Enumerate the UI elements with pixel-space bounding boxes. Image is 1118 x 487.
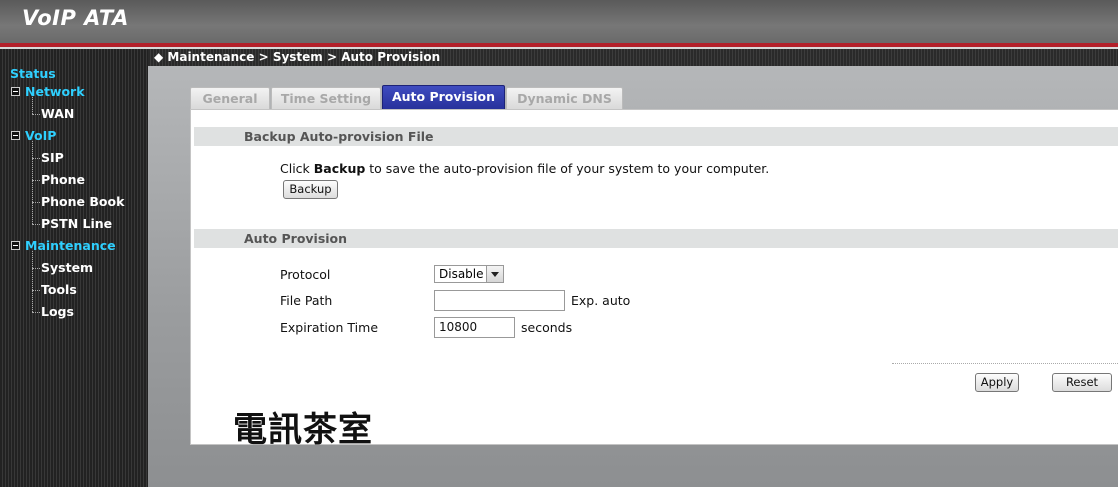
auto-provision-section-header: Auto Provision [194,229,1118,248]
expiration-time-unit: seconds [521,320,573,335]
protocol-select-value: Disable [439,267,484,281]
tree-branch [32,202,40,203]
backup-text-pre: Click [280,161,314,176]
chevron-down-icon[interactable] [486,266,503,282]
tab-auto-provision[interactable]: Auto Provision [382,85,505,110]
divider [892,363,1118,364]
tab-dynamic-dns[interactable]: Dynamic DNS [506,87,623,110]
breadcrumb: ◆ Maintenance > System > Auto Provision [154,50,441,64]
backup-description: Click Backup to save the auto-provision … [280,161,769,176]
sidebar-item-voip[interactable]: VoIP [25,125,56,147]
apply-button[interactable]: Apply [975,373,1019,392]
app-title: VoIP ATA [22,6,129,30]
tree-branch [32,312,40,313]
backup-text-bold: Backup [313,161,366,176]
sidebar-item-phone[interactable]: Phone [41,169,85,191]
sidebar-item-maintenance[interactable]: Maintenance [25,235,116,257]
protocol-select[interactable]: Disable [434,265,504,283]
sidebar-item-wan[interactable]: WAN [41,103,74,125]
sidebar-item-network[interactable]: Network [25,81,85,103]
collapse-network-icon[interactable] [11,87,20,96]
watermark: 電訊茶室 [233,410,373,450]
auto-provision-section-title: Auto Provision [244,231,348,246]
tab-general[interactable]: General [190,87,270,110]
file-path-label: File Path [280,293,333,308]
expiration-time-input[interactable]: 10800 [434,317,515,338]
tree-branch [32,268,40,269]
tab-time-setting[interactable]: Time Setting [271,87,381,110]
app-header: VoIP ATA [0,0,1118,43]
file-path-input[interactable] [434,290,565,311]
tree-line [32,141,33,224]
breadcrumb-bar: ◆ Maintenance > System > Auto Provision [148,49,1118,66]
collapse-voip-icon[interactable] [11,131,20,140]
reset-button[interactable]: Reset [1052,373,1112,392]
expiration-time-label: Expiration Time [280,320,379,335]
tree-branch [32,290,40,291]
tree-branch [32,114,40,115]
collapse-maintenance-icon[interactable] [11,241,20,250]
sidebar-item-tools[interactable]: Tools [41,279,77,301]
backup-text-post: to save the auto-provision file of your … [365,161,770,176]
backup-section-title: Backup Auto-provision File [244,129,434,144]
tree-branch [32,158,40,159]
file-path-hint: Exp. auto [571,293,631,308]
sidebar-item-phone-book[interactable]: Phone Book [41,191,124,213]
tree-branch [32,224,40,225]
sidebar-item-pstn-line[interactable]: PSTN Line [41,213,112,235]
sidebar-item-system[interactable]: System [41,257,93,279]
tree-line [32,251,33,312]
backup-button[interactable]: Backup [283,180,338,199]
tree-branch [32,180,40,181]
protocol-label: Protocol [280,267,331,282]
tree-line [32,97,33,114]
backup-section-header: Backup Auto-provision File [194,127,1118,146]
sidebar-item-sip[interactable]: SIP [41,147,64,169]
sidebar-item-logs[interactable]: Logs [41,301,74,323]
